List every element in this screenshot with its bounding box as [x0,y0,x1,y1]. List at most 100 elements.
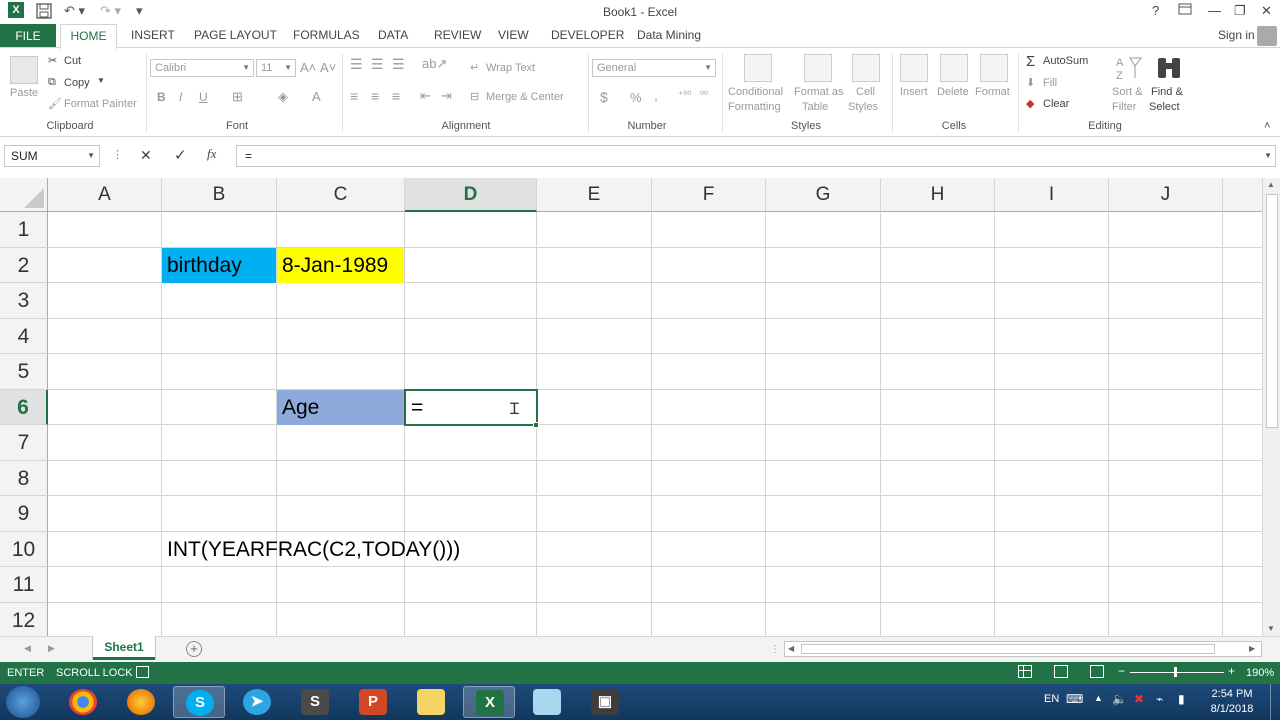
borders-icon[interactable]: ⊞ [232,89,243,105]
cut-button[interactable]: Cut [64,55,81,67]
format-as-table-label-2[interactable]: Table [802,101,828,113]
prev-sheet-icon[interactable]: ◀ [24,643,31,654]
recorder-taskbar-button[interactable]: ▣ [579,686,631,718]
paste-icon[interactable] [10,56,38,84]
wifi-signal-icon[interactable]: ▮ [1178,692,1185,706]
row-header-9[interactable]: 9 [0,496,48,532]
clock-time[interactable]: 2:54 PM [1202,688,1262,700]
align-left-icon[interactable]: ≡ [350,88,358,104]
cell-c2[interactable]: 8-Jan-1989 [277,248,404,283]
zoom-out-icon[interactable]: − [1118,664,1125,678]
row-header-5[interactable]: 5 [0,354,48,390]
autosum-button[interactable]: AutoSum [1043,55,1088,67]
number-format-select[interactable]: General ▼ [592,59,716,77]
conditional-formatting-label-2[interactable]: Formatting [728,101,781,113]
column-header-c[interactable]: C [277,178,405,212]
column-header-h[interactable]: H [881,178,995,212]
column-header-g[interactable]: G [766,178,881,212]
notepad-taskbar-button[interactable] [521,686,573,718]
orientation-icon[interactable]: ab↗ [422,56,447,72]
insert-function-button[interactable]: fx [207,146,216,162]
eraser-icon[interactable]: ◆ [1026,97,1034,110]
format-as-table-icon[interactable] [804,54,832,82]
cell-b10[interactable]: INT(YEARFRAC(C2,TODAY())) [162,532,460,567]
currency-button[interactable]: $ [600,89,608,105]
format-as-table-label-1[interactable]: Format as [794,86,844,98]
skype-taskbar-button[interactable]: S [173,686,225,718]
cell-styles-label-1[interactable]: Cell [856,86,875,98]
tab-review[interactable]: REVIEW [434,28,481,42]
column-header-a[interactable]: A [48,178,162,212]
telegram-taskbar-button[interactable]: ➤ [231,686,283,718]
copy-button[interactable]: Copy [64,77,90,89]
row-header-2[interactable]: 2 [0,248,48,283]
column-header-d[interactable]: D [405,178,537,212]
align-center-icon[interactable]: ≡ [371,88,379,104]
italic-button[interactable]: I [179,90,182,104]
column-header-i[interactable]: I [995,178,1109,212]
decrease-indent-icon[interactable]: ⇤ [420,88,431,104]
decrease-decimal-icon[interactable]: ⁰⁰ [700,90,708,101]
clock-date[interactable]: 8/1/2018 [1202,703,1262,715]
minimize-icon[interactable]: — [1208,3,1221,18]
tab-developer[interactable]: DEVELOPER [551,28,624,42]
firefox-taskbar-button[interactable] [115,686,167,718]
tray-expand-icon[interactable]: ▲ [1094,693,1103,703]
cut-icon[interactable]: ✂ [48,54,57,67]
cell-styles-label-2[interactable]: Styles [848,101,878,113]
vertical-scrollbar[interactable]: ▲ ▼ [1262,178,1280,636]
ribbon-display-icon[interactable] [1178,3,1192,18]
column-header-e[interactable]: E [537,178,652,212]
find-select-label-1[interactable]: Find & [1151,86,1183,98]
scroll-down-icon[interactable]: ▼ [1267,624,1275,633]
column-header-j[interactable]: J [1109,178,1223,212]
horizontal-scrollbar[interactable]: ◀ ▶ [784,641,1262,657]
sort-filter-label-2[interactable]: Filter [1112,101,1136,113]
align-middle-icon[interactable]: ☰ [371,56,384,73]
bold-button[interactable]: B [157,90,166,104]
page-break-view-icon[interactable] [1090,665,1104,678]
delete-cells-icon[interactable] [940,54,968,82]
sheet-splitter-icon[interactable]: ⋮ [770,644,780,655]
help-icon[interactable]: ? [1152,3,1159,18]
collapse-ribbon-icon[interactable]: ˄ [1264,120,1270,132]
row-header-12[interactable]: 12 [0,603,48,636]
sublime-taskbar-button[interactable]: S [289,686,341,718]
show-desktop-button[interactable] [1270,684,1280,720]
align-top-icon[interactable]: ☰ [350,56,363,73]
fill-button[interactable]: Fill [1043,77,1057,89]
clear-button[interactable]: Clear [1043,98,1069,110]
cell-b2[interactable]: birthday [162,248,276,283]
usb-icon[interactable]: ⌁ [1156,692,1163,706]
next-sheet-icon[interactable]: ▶ [48,643,55,654]
formula-input[interactable]: = ▼ [236,145,1276,167]
close-icon[interactable]: ✕ [1261,3,1272,19]
comma-button[interactable]: , [654,87,658,103]
merge-center-button[interactable]: Merge & Center [486,91,564,103]
zoom-in-icon[interactable]: + [1228,664,1235,678]
scroll-left-icon[interactable]: ◀ [788,644,794,653]
explorer-taskbar-button[interactable] [405,686,457,718]
cell-styles-icon[interactable] [852,54,880,82]
sort-filter-icon[interactable]: AZ [1114,54,1142,82]
font-name-select[interactable]: Calibri ▼ [150,59,254,77]
format-cells-button[interactable]: Format [975,86,1010,98]
start-button-icon[interactable] [6,686,40,718]
tab-insert[interactable]: INSERT [131,28,175,42]
tab-page-layout[interactable]: PAGE LAYOUT [194,28,277,42]
delete-cells-button[interactable]: Delete [937,86,969,98]
conditional-formatting-icon[interactable] [744,54,772,82]
row-header-3[interactable]: 3 [0,283,48,319]
cell-c6[interactable]: Age [277,390,404,425]
format-painter-icon[interactable]: 🖌 [48,97,62,110]
column-header-f[interactable]: F [652,178,766,212]
keyboard-icon[interactable]: ⌨ [1066,692,1083,706]
fill-handle[interactable] [533,422,539,428]
find-select-label-2[interactable]: Select [1149,101,1180,113]
language-indicator[interactable]: EN [1044,693,1059,705]
volume-icon[interactable]: 🔈 [1112,692,1127,706]
powerpoint-taskbar-button[interactable]: P [347,686,399,718]
format-painter-button[interactable]: Format Painter [64,98,137,110]
row-header-7[interactable]: 7 [0,425,48,461]
horizontal-scroll-thumb[interactable] [801,644,1215,654]
